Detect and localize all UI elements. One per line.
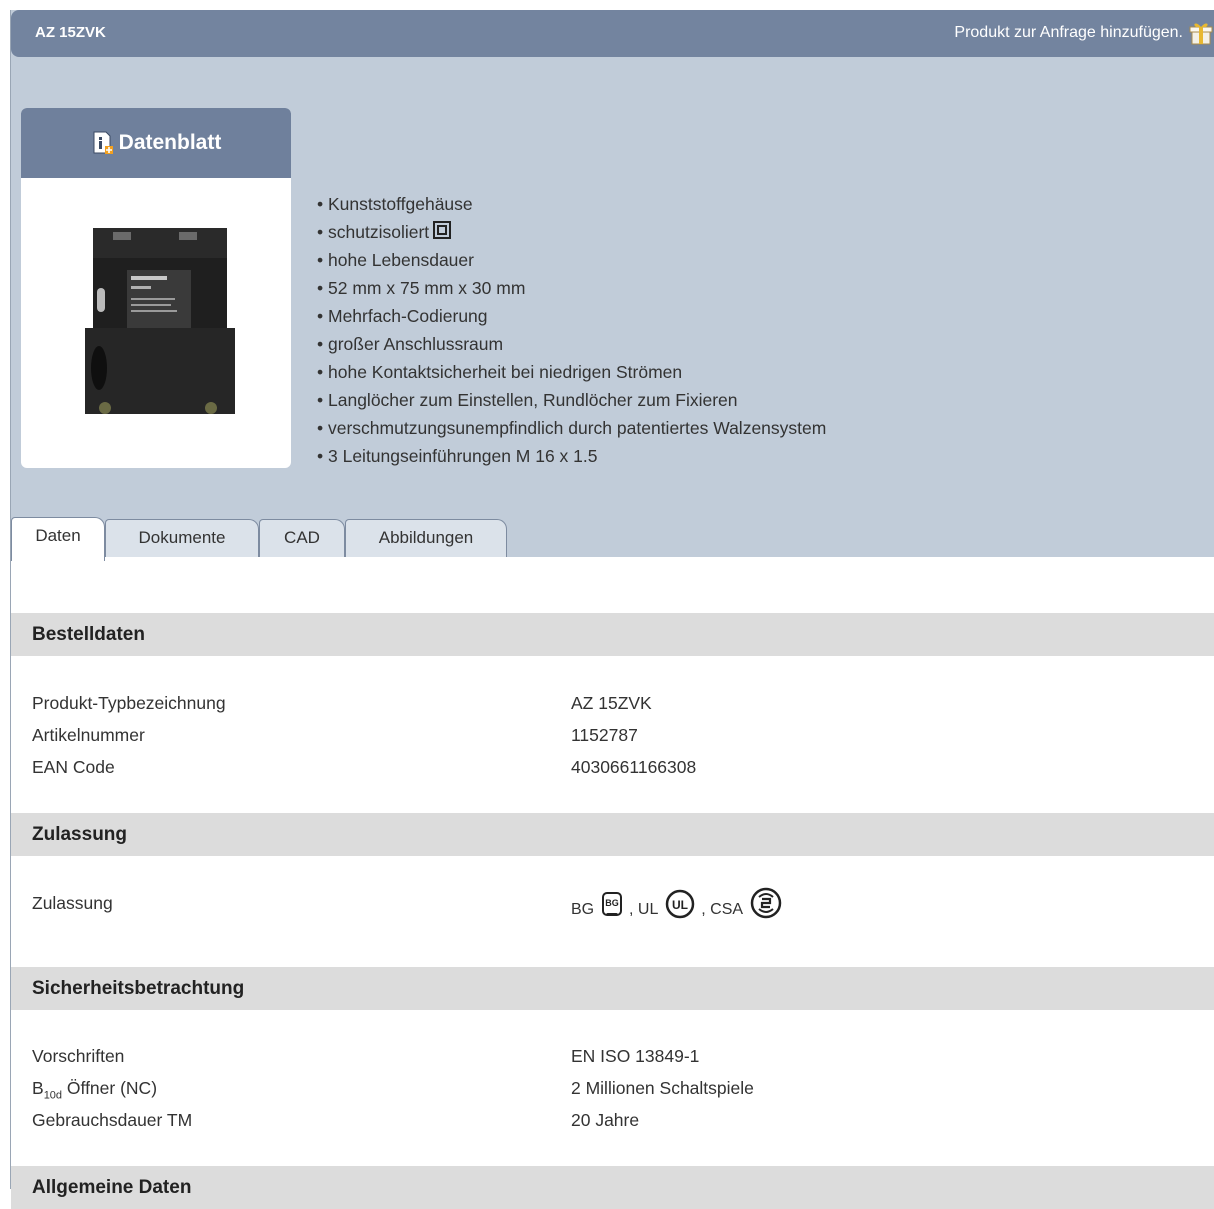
double-insulation-icon: [433, 221, 452, 239]
section-title: Sicherheitsbetrachtung: [32, 978, 245, 999]
add-to-inquiry-link[interactable]: Produkt zur Anfrage hinzufügen.: [954, 24, 1183, 42]
feature-item: Mehrfach-Codierung: [317, 302, 826, 330]
row-label: Gebrauchsdauer TM: [32, 1110, 193, 1130]
feature-item: Langlöcher zum Einstellen, Rundlöcher zu…: [317, 386, 826, 414]
row-value: 4030661166308: [571, 757, 697, 777]
section-header-zulassung: Zulassung: [11, 813, 1214, 856]
row-label: Artikelnummer: [32, 725, 145, 745]
feature-item: verschmutzungsunempfindlich durch patent…: [317, 414, 826, 442]
svg-text:UL: UL: [672, 898, 688, 912]
feature-item: hohe Lebensdauer: [317, 246, 826, 274]
table-row: Produkt-Typbezeichnung AZ 15ZVK: [11, 693, 1214, 725]
feature-item: Kunststoffgehäuse: [317, 190, 826, 218]
row-label: Zulassung: [32, 893, 113, 913]
product-card: Datenblatt: [21, 108, 291, 468]
feature-item: schutzisoliert: [317, 218, 826, 246]
feature-item: 3 Leitungseinführungen M 16 x 1.5: [317, 442, 826, 470]
row-value: 2 Millionen Schaltspiele: [571, 1078, 754, 1098]
row-label: Produkt-Typbezeichnung: [32, 693, 226, 713]
feature-item: 52 mm x 75 mm x 30 mm: [317, 274, 826, 302]
tab-content: Bestelldaten Produkt-Typbezeichnung AZ 1…: [11, 557, 1214, 1209]
table-row: B10d Öffner (NC) 2 Millionen Schaltspiel…: [11, 1078, 1214, 1110]
approval-marks: BG BG , UL UL , CSA: [571, 887, 784, 929]
bg-mark-icon: BG: [601, 892, 622, 916]
table-row: EAN Code 4030661166308: [11, 757, 1214, 789]
tab-daten[interactable]: Daten: [11, 517, 105, 561]
table-row: Artikelnummer 1152787: [11, 725, 1214, 757]
row-value: AZ 15ZVK: [571, 693, 652, 713]
section-header-bestelldaten: Bestelldaten: [11, 613, 1214, 656]
section-title: Allgemeine Daten: [32, 1177, 192, 1198]
feature-list: Kunststoffgehäuse schutzisoliert hohe Le…: [317, 190, 826, 470]
product-title: AZ 15ZVK: [35, 24, 106, 41]
tab-abbildungen[interactable]: Abbildungen: [345, 519, 507, 557]
datasheet-label: Datenblatt: [118, 131, 222, 154]
row-label: Vorschriften: [32, 1046, 125, 1066]
section-header-allgemeine-daten: Allgemeine Daten: [11, 1166, 1214, 1209]
product-panel: AZ 15ZVK Produkt zur Anfrage hinzufügen.…: [10, 10, 1214, 1209]
row-label: B10d Öffner (NC): [32, 1078, 158, 1102]
bg-label: BG: [571, 901, 595, 918]
row-label: EAN Code: [32, 757, 115, 777]
gift-icon[interactable]: [1189, 20, 1213, 46]
section-title: Bestelldaten: [32, 624, 145, 645]
datasheet-icon: [93, 131, 113, 154]
product-header-bar: AZ 15ZVK Produkt zur Anfrage hinzufügen.: [11, 10, 1214, 57]
row-value: 20 Jahre: [571, 1110, 640, 1130]
row-value: EN ISO 13849-1: [571, 1046, 700, 1066]
product-image[interactable]: [79, 218, 239, 428]
feature-item: großer Anschlussraum: [317, 330, 826, 358]
tab-dokumente[interactable]: Dokumente: [105, 519, 259, 557]
table-row: Gebrauchsdauer TM 20 Jahre: [11, 1110, 1214, 1142]
row-value: 1152787: [571, 725, 638, 745]
tab-bar: Daten Dokumente CAD Abbildungen: [11, 513, 1214, 561]
csa-mark-icon: [750, 887, 781, 919]
feature-item: hohe Kontaktsicherheit bei niedrigen Str…: [317, 358, 826, 386]
section-title: Zulassung: [32, 824, 128, 845]
ul-mark-icon: UL: [665, 889, 695, 919]
svg-text:BG: BG: [605, 898, 619, 908]
section-header-sicherheitsbetrachtung: Sicherheitsbetrachtung: [11, 967, 1214, 1010]
table-row: Vorschriften EN ISO 13849-1: [11, 1046, 1214, 1078]
tab-cad[interactable]: CAD: [259, 519, 345, 557]
csa-label: , CSA: [701, 901, 744, 918]
datasheet-button[interactable]: Datenblatt: [21, 108, 291, 178]
ul-label: , UL: [629, 901, 659, 918]
